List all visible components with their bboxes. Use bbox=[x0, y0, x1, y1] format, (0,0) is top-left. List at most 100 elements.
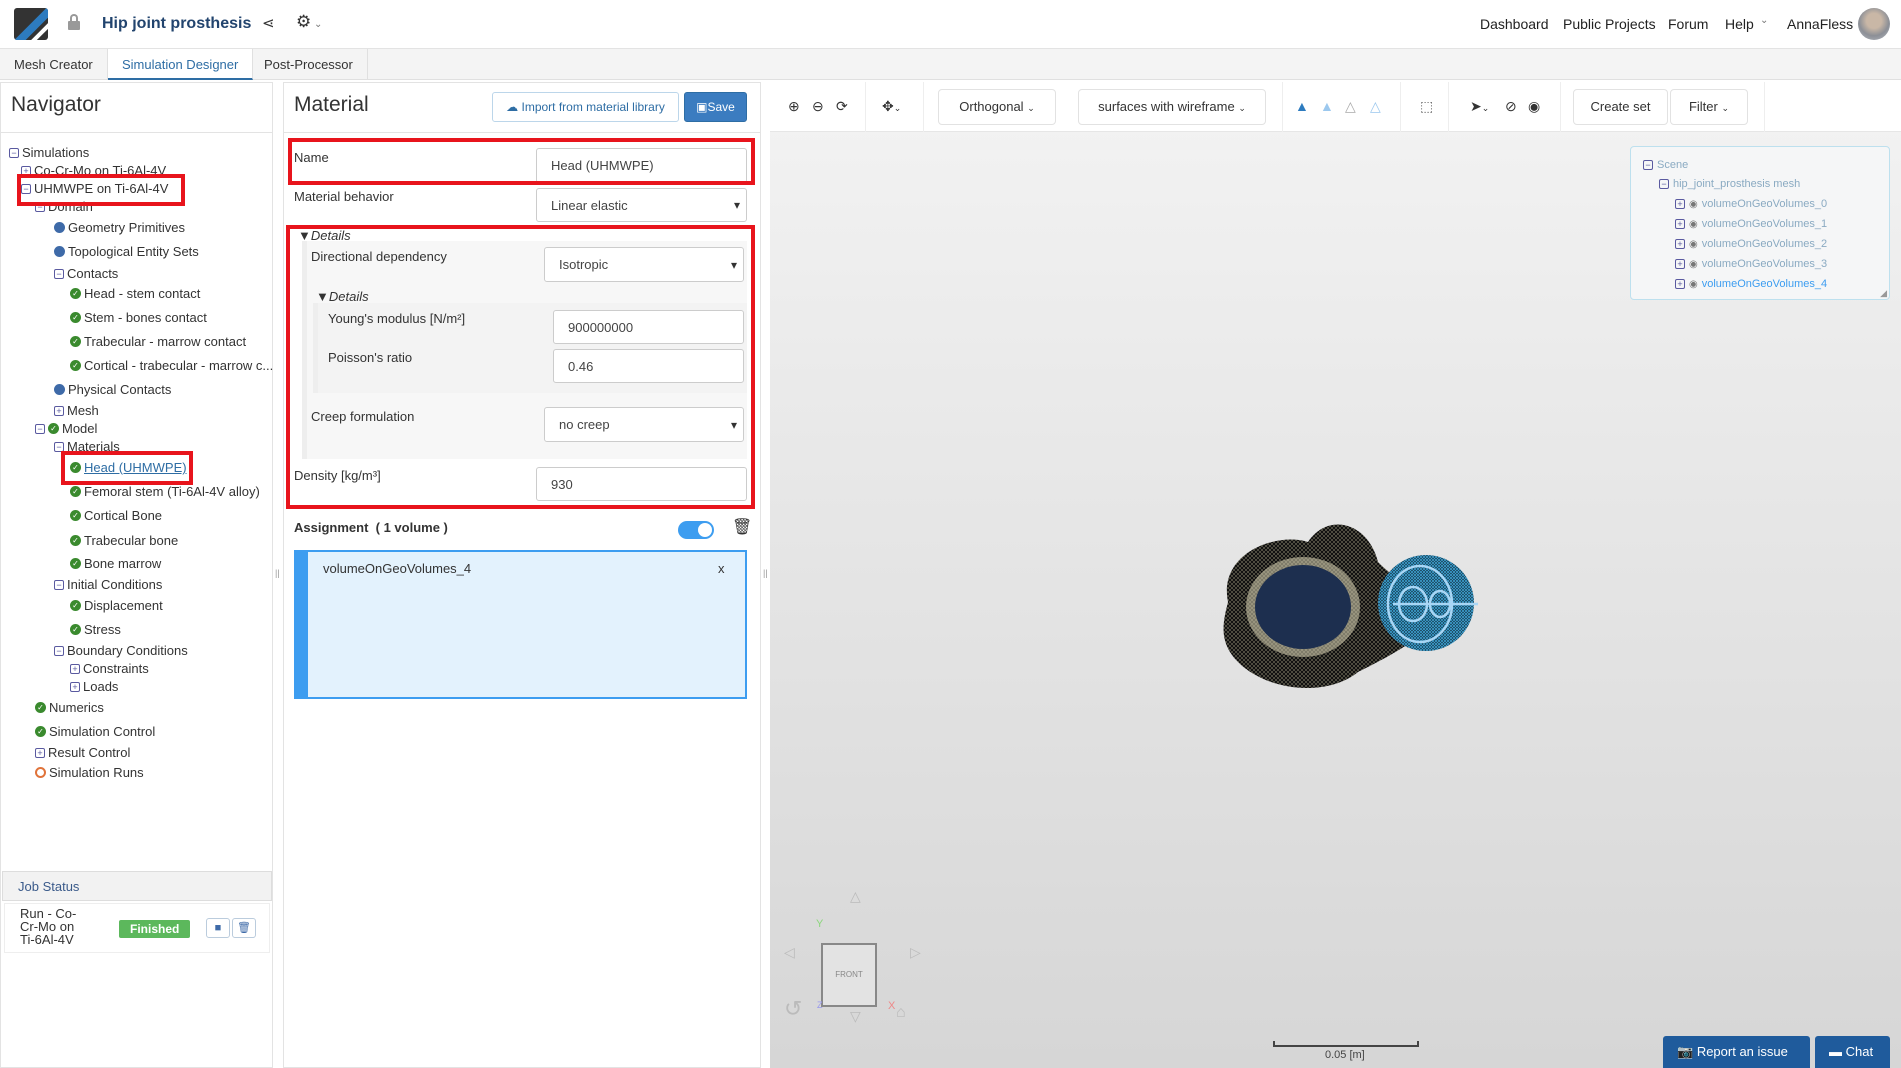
trash-icon[interactable]: 🗑 bbox=[732, 517, 752, 537]
rotate-up-icon[interactable]: △ bbox=[850, 888, 861, 905]
tree-item[interactable]: ✓ Head - stem contact bbox=[70, 286, 200, 301]
resize-grip-icon[interactable]: ◢ bbox=[1880, 288, 1887, 299]
scene-volume-item[interactable]: + ◉ volumeOnGeoVolumes_0 bbox=[1675, 198, 1827, 210]
rotate-down-icon[interactable]: ▽ bbox=[850, 1008, 861, 1025]
assigned-volume[interactable]: volumeOnGeoVolumes_4 bbox=[323, 561, 471, 576]
collapse-icon[interactable]: − bbox=[54, 645, 64, 656]
render-mode-dropdown[interactable]: surfaces with wireframe ⌄ bbox=[1078, 89, 1266, 125]
eye-icon[interactable]: ◉ bbox=[1689, 279, 1698, 290]
mesh-model[interactable] bbox=[1208, 512, 1484, 702]
tree-item[interactable]: − Contacts bbox=[54, 266, 118, 281]
tree-item[interactable]: ✓ Trabecular - marrow contact bbox=[70, 334, 246, 349]
assignment-toggle[interactable] bbox=[678, 521, 714, 539]
expand-icon[interactable]: + bbox=[1675, 279, 1685, 289]
scene-mesh[interactable]: − hip_joint_prosthesis mesh bbox=[1659, 178, 1800, 190]
material-behavior-select[interactable]: Linear elastic bbox=[536, 188, 747, 222]
tree-item[interactable]: Geometry Primitives bbox=[54, 220, 185, 235]
rotate-left-icon[interactable]: ◁ bbox=[784, 944, 795, 961]
tree-item[interactable]: + Result Control bbox=[35, 745, 130, 760]
cube-front-face[interactable]: FRONT bbox=[821, 943, 877, 1007]
zoom-in-icon[interactable]: ⊕ bbox=[788, 98, 800, 115]
scene-volume-item[interactable]: + ◉ volumeOnGeoVolumes_3 bbox=[1675, 258, 1827, 270]
tree-item[interactable]: ✓ Displacement bbox=[70, 598, 163, 613]
transparent-render-icon[interactable]: ▲ bbox=[1320, 98, 1334, 114]
tab-mesh-creator[interactable]: Mesh Creator bbox=[0, 49, 108, 80]
eye-icon[interactable]: ◉ bbox=[1689, 199, 1698, 210]
points-render-icon[interactable]: △ bbox=[1370, 98, 1381, 115]
scene-volume-item[interactable]: + ◉ volumeOnGeoVolumes_2 bbox=[1675, 238, 1827, 250]
collapse-icon[interactable]: − bbox=[1643, 160, 1653, 170]
user-menu[interactable]: AnnaFless bbox=[1787, 16, 1853, 32]
tree-item[interactable]: − ✓ Model bbox=[35, 421, 97, 436]
chat-button[interactable]: ▬ Chat bbox=[1815, 1036, 1890, 1068]
filter-dropdown[interactable]: Filter ⌄ bbox=[1670, 89, 1748, 125]
nav-dashboard[interactable]: Dashboard bbox=[1480, 16, 1549, 32]
eye-icon[interactable]: ◉ bbox=[1689, 239, 1698, 250]
eye-icon[interactable]: ◉ bbox=[1689, 259, 1698, 270]
reset-view-icon[interactable]: ⟳ bbox=[836, 98, 848, 115]
expand-icon[interactable]: + bbox=[70, 681, 80, 692]
tree-item[interactable]: Simulation Runs bbox=[35, 765, 144, 780]
3d-viewer[interactable]: ⊕ ⊖ ⟳ ✥⌄ Orthogonal ⌄ surfaces with wire… bbox=[770, 82, 1901, 1068]
create-set-button[interactable]: Create set bbox=[1573, 89, 1668, 125]
avatar[interactable] bbox=[1858, 8, 1890, 40]
rotate-right-icon[interactable]: ▷ bbox=[910, 944, 921, 961]
rotate-around-icon[interactable]: ↺ bbox=[784, 996, 802, 1022]
pan-icon[interactable]: ✥⌄ bbox=[882, 98, 901, 115]
collapse-icon[interactable]: − bbox=[54, 441, 64, 452]
scene-root[interactable]: − Scene bbox=[1643, 159, 1688, 171]
expand-icon[interactable]: + bbox=[1675, 219, 1685, 229]
tree-item[interactable]: ✓ Trabecular bone bbox=[70, 533, 178, 548]
tree-item[interactable]: + Constraints bbox=[70, 661, 149, 676]
tree-item[interactable]: Physical Contacts bbox=[54, 382, 171, 397]
panel-resize-handle[interactable]: || bbox=[275, 568, 280, 578]
import-material-button[interactable]: ☁ Import from material library bbox=[492, 92, 679, 122]
wireframe-render-icon[interactable]: △ bbox=[1345, 98, 1356, 115]
assignment-list[interactable]: volumeOnGeoVolumes_4 x bbox=[294, 550, 747, 699]
collapse-icon[interactable]: − bbox=[54, 579, 64, 590]
tree-item[interactable]: ✓ Stress bbox=[70, 622, 121, 637]
projection-dropdown[interactable]: Orthogonal ⌄ bbox=[938, 89, 1056, 125]
report-issue-button[interactable]: 📷 Report an issue bbox=[1663, 1036, 1810, 1068]
zoom-out-icon[interactable]: ⊖ bbox=[812, 98, 824, 115]
expand-icon[interactable]: + bbox=[70, 663, 80, 674]
pointer-icon[interactable]: ➤⌄ bbox=[1470, 98, 1489, 115]
eye-icon[interactable]: ◉ bbox=[1689, 219, 1698, 230]
expand-icon[interactable]: + bbox=[1675, 239, 1685, 249]
tree-item[interactable]: ✓ Simulation Control bbox=[35, 724, 155, 739]
tree-item[interactable]: ✓ Bone marrow bbox=[70, 556, 161, 571]
remove-assignment-button[interactable]: x bbox=[718, 561, 725, 576]
gear-icon[interactable]: ⚙ ⌄ bbox=[296, 12, 322, 32]
tree-item[interactable]: − Simulations bbox=[9, 145, 89, 160]
tree-item[interactable]: ✓ Cortical - trabecular - marrow c... bbox=[70, 358, 273, 373]
scene-volume-item[interactable]: + ◉ volumeOnGeoVolumes_1 bbox=[1675, 218, 1827, 230]
tree-item[interactable]: + Loads bbox=[70, 679, 118, 694]
expand-icon[interactable]: + bbox=[35, 747, 45, 758]
tree-item[interactable]: Topological Entity Sets bbox=[54, 244, 199, 259]
nav-public-projects[interactable]: Public Projects bbox=[1563, 16, 1656, 32]
collapse-icon[interactable]: − bbox=[54, 268, 64, 279]
tree-item[interactable]: ✓ Femoral stem (Ti-6Al-4V alloy) bbox=[70, 484, 260, 499]
app-logo[interactable] bbox=[14, 8, 48, 40]
share-icon[interactable]: ⋖ bbox=[262, 14, 275, 32]
save-button[interactable]: ▣Save bbox=[684, 92, 747, 122]
nav-forum[interactable]: Forum bbox=[1668, 16, 1708, 32]
hide-icon[interactable]: ⊘ bbox=[1505, 98, 1517, 115]
tree-item[interactable]: ✓ Cortical Bone bbox=[70, 508, 162, 523]
collapse-icon[interactable]: − bbox=[9, 147, 19, 158]
tab-post-processor[interactable]: Post-Processor bbox=[250, 49, 368, 80]
scene-volume-item[interactable]: + ◉ volumeOnGeoVolumes_4 bbox=[1675, 278, 1827, 290]
expand-icon[interactable]: + bbox=[54, 405, 64, 416]
tree-item[interactable]: ✓ Stem - bones contact bbox=[70, 310, 207, 325]
tree-item[interactable]: ✓ Numerics bbox=[35, 700, 104, 715]
solid-render-icon[interactable]: ▲ bbox=[1295, 98, 1309, 114]
tab-simulation-designer[interactable]: Simulation Designer bbox=[108, 49, 254, 80]
delete-run-button[interactable]: 🗑 bbox=[232, 918, 256, 938]
eye-icon[interactable]: ◉ bbox=[1528, 98, 1540, 115]
expand-icon[interactable]: + bbox=[1675, 199, 1685, 209]
home-view-icon[interactable]: ⌂ bbox=[896, 1004, 906, 1022]
expand-icon[interactable]: + bbox=[1675, 259, 1685, 269]
tree-item[interactable]: − Initial Conditions bbox=[54, 577, 162, 592]
stop-button[interactable]: ■ bbox=[206, 918, 230, 938]
view-cube[interactable]: △ ◁ ▷ ▽ ↺ ⌂ FRONT Y X Z bbox=[770, 878, 940, 1068]
